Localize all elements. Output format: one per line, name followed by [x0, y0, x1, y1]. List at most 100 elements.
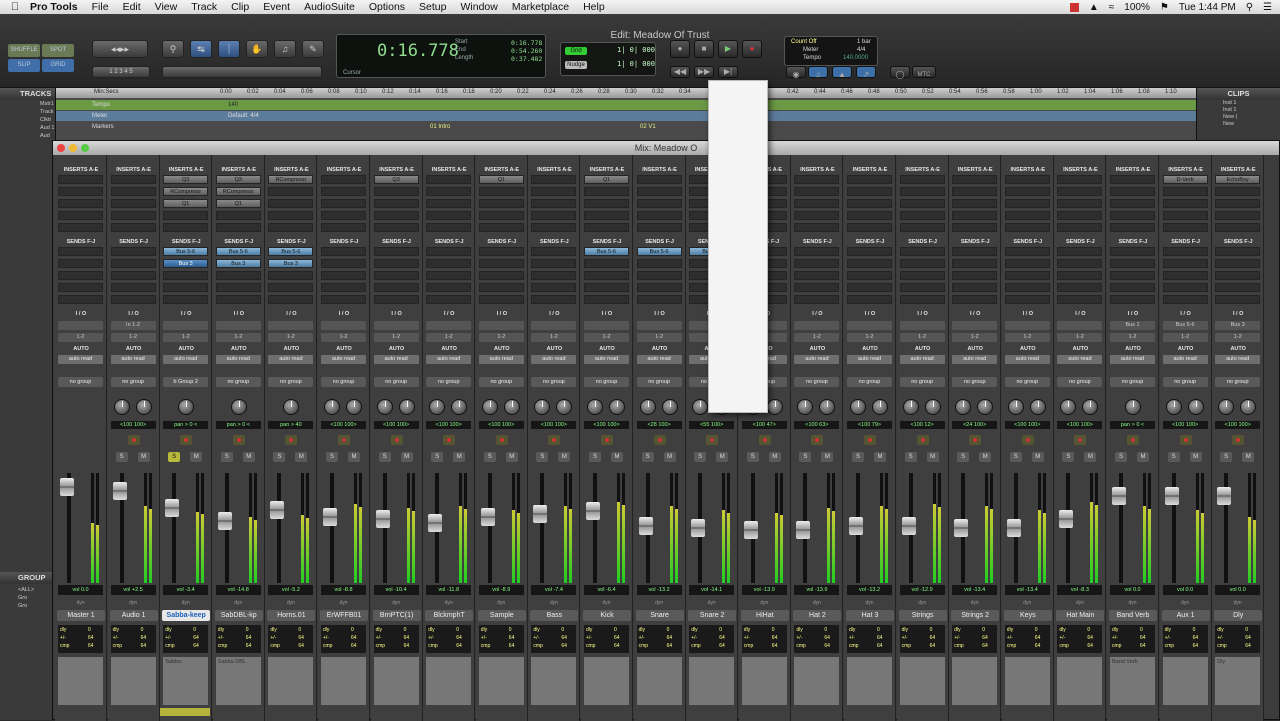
group-selector[interactable]: no group [1004, 377, 1050, 387]
insert-slot[interactable]: Q1 [584, 175, 629, 184]
insert-slot[interactable] [1004, 175, 1050, 184]
play-icon[interactable]: ▶ [718, 40, 738, 58]
input-selector[interactable] [215, 321, 261, 330]
group-selector[interactable]: no group [584, 377, 629, 387]
send-slot[interactable] [952, 283, 998, 292]
send-slot[interactable] [58, 271, 103, 280]
track-name[interactable]: Snare 2 [688, 610, 737, 621]
automation-mode-selector[interactable]: auto read [1162, 355, 1208, 364]
output-selector[interactable]: 1-2 [58, 333, 103, 342]
send-slot[interactable] [58, 247, 103, 256]
mute-button[interactable]: M [1084, 452, 1097, 462]
insert-slot[interactable] [478, 223, 524, 232]
send-slot[interactable] [531, 271, 577, 280]
mute-button[interactable]: M [1137, 452, 1149, 462]
mute-button[interactable]: M [768, 452, 781, 462]
mute-button[interactable]: M [611, 452, 623, 462]
send-slot[interactable] [636, 295, 682, 304]
send-slot[interactable] [636, 283, 682, 292]
mode-grid[interactable]: GRID [42, 59, 74, 72]
insert-slot[interactable]: RCompressr [268, 175, 314, 184]
track-name[interactable]: BrnPTC(1) [372, 610, 421, 621]
comment-field[interactable] [1162, 657, 1208, 705]
solo-button[interactable]: S [799, 452, 812, 462]
track-name[interactable]: Horns.01 [267, 610, 316, 621]
mute-button[interactable]: M [1031, 452, 1044, 462]
insert-slot[interactable] [478, 199, 524, 208]
track-name[interactable]: Strings [898, 610, 947, 621]
mute-button[interactable]: M [663, 452, 676, 462]
send-slot[interactable] [1057, 283, 1103, 292]
insert-slot[interactable] [847, 223, 892, 232]
pan-readout[interactable]: <100 63> [794, 421, 840, 429]
zoom-buttons[interactable]: ◂◂▸▸ [92, 40, 148, 58]
send-slot[interactable] [952, 271, 998, 280]
group-selector[interactable]: no group [321, 377, 366, 387]
group-selector[interactable]: no group [899, 377, 945, 387]
volume-readout[interactable]: vol -8.8 [321, 585, 366, 595]
volume-readout[interactable]: vol +2.5 [110, 585, 156, 595]
popup-menu[interactable] [708, 80, 768, 413]
pan-right-knob[interactable] [661, 399, 678, 415]
volume-fader[interactable] [1217, 486, 1232, 505]
solo-button[interactable]: S [326, 452, 338, 462]
menu-app[interactable]: Pro Tools [30, 1, 78, 13]
insert-slot[interactable] [268, 199, 314, 208]
volume-fader[interactable] [270, 500, 285, 519]
insert-slot[interactable] [794, 199, 840, 208]
insert-slot[interactable] [952, 223, 998, 232]
menu-view[interactable]: View [155, 1, 178, 13]
input-selector[interactable]: Bus 1 [1110, 321, 1155, 330]
comment-field[interactable] [531, 657, 577, 705]
send-slot[interactable] [110, 283, 156, 292]
volume-readout[interactable]: vol 0.0 [1215, 585, 1261, 595]
insert-slot[interactable] [426, 199, 472, 208]
send-slot[interactable] [899, 247, 945, 256]
volume-fader[interactable] [323, 507, 337, 526]
send-slot[interactable] [1162, 259, 1208, 268]
insert-slot[interactable] [321, 175, 366, 184]
output-selector[interactable]: 1-2 [1162, 333, 1208, 342]
solo-button[interactable]: S [378, 452, 391, 462]
online-icon[interactable]: ● [670, 40, 690, 58]
insert-slot[interactable] [1162, 223, 1208, 232]
volume-readout[interactable]: vol -7.4 [531, 585, 577, 595]
solo-button[interactable]: S [1115, 452, 1127, 462]
solo-button[interactable]: S [694, 452, 707, 462]
pan-left-knob[interactable] [797, 399, 814, 415]
insert-slot[interactable]: RCompressr [163, 187, 209, 196]
pan-left-knob[interactable] [955, 399, 972, 415]
send-slot[interactable] [531, 295, 577, 304]
menu-file[interactable]: File [92, 1, 109, 13]
output-selector[interactable]: 1-2 [847, 333, 892, 342]
input-selector[interactable] [426, 321, 472, 330]
group-selector[interactable]: no group [373, 377, 419, 387]
send-slot[interactable] [478, 247, 524, 256]
track-name[interactable]: Sabba-keep [162, 610, 211, 621]
pan-readout[interactable]: <100 100> [1004, 421, 1050, 429]
automation-mode-selector[interactable]: auto read [1004, 355, 1050, 364]
automation-mode-selector[interactable]: auto read [426, 355, 472, 364]
record-enable-button[interactable] [1232, 435, 1245, 445]
insert-slot[interactable] [1110, 175, 1155, 184]
insert-slot[interactable] [584, 187, 629, 196]
meter-ruler[interactable]: Meter Default: 4/4 [56, 111, 1196, 121]
pan-right-knob[interactable] [766, 399, 783, 415]
flag-icon[interactable]: ⚑ [1160, 2, 1169, 13]
insert-slot[interactable] [794, 223, 840, 232]
mix-window-titlebar[interactable]: Mix: Meadow O [53, 141, 1279, 155]
insert-slot[interactable] [321, 187, 366, 196]
record-enable-button[interactable] [1179, 435, 1192, 445]
insert-slot[interactable]: Q3 [373, 175, 419, 184]
comment-field[interactable] [58, 657, 103, 705]
track-list-item[interactable]: Mstr1 [0, 100, 55, 108]
insert-slot[interactable] [636, 199, 682, 208]
insert-slot[interactable] [1004, 223, 1050, 232]
insert-slot[interactable] [163, 211, 209, 220]
group-list-item[interactable]: Gro [18, 602, 54, 610]
send-slot[interactable] [268, 271, 314, 280]
comment-field[interactable] [321, 657, 366, 705]
group-selector[interactable]: no group [636, 377, 682, 387]
group-selector[interactable]: no group [1215, 377, 1261, 387]
send-slot[interactable] [215, 271, 261, 280]
